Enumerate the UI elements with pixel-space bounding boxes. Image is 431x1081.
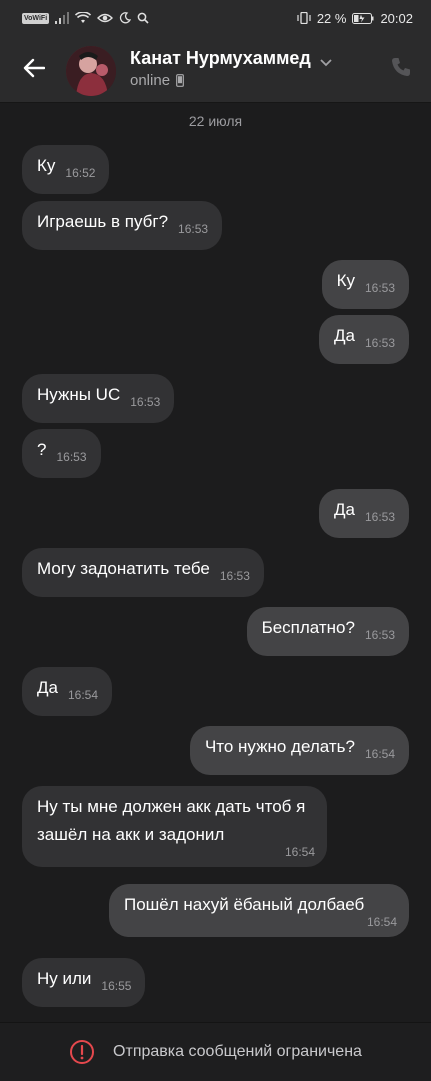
battery-percent: 22 % (316, 10, 347, 26)
arrow-left-icon (23, 58, 45, 78)
message-text: Ну ты мне должен акк дать чтоб я зашёл н… (37, 797, 306, 844)
message-text: Да (37, 678, 58, 697)
message-text: Да (334, 326, 355, 345)
message-text: ? (37, 440, 47, 459)
status-left: VoWiFi (22, 12, 149, 24)
signal-icon (55, 12, 70, 24)
message-bubble-incoming[interactable]: Нужны UC 16:53 (22, 374, 175, 423)
message-time: 16:53 (364, 281, 395, 295)
message-bubble-incoming[interactable]: ? 16:53 (22, 429, 101, 478)
message-time: 16:53 (364, 510, 395, 524)
call-button[interactable] (390, 56, 412, 83)
message-time: 16:53 (130, 395, 161, 409)
message-bubble-incoming[interactable]: Могу задонатить тебе 16:53 (22, 548, 264, 597)
mobile-icon (176, 74, 184, 87)
vibrate-icon (297, 12, 311, 24)
contact-name[interactable]: Канат Нурмухаммед (130, 48, 311, 69)
message-text: Могу задонатить тебе (37, 559, 210, 578)
vowifi-badge: VoWiFi (22, 12, 50, 24)
message-time: 16:54 (366, 915, 397, 929)
message-time: 16:54 (364, 747, 395, 761)
message-time: 16:54 (284, 845, 315, 859)
message-time: 16:53 (364, 628, 395, 642)
message-bubble-outgoing[interactable]: Бесплатно? 16:53 (246, 607, 409, 656)
status-bar: VoWiFi 22 % 20:02 (0, 0, 431, 36)
message-bubble-outgoing[interactable]: Да 16:53 (319, 489, 409, 538)
message-time: 16:53 (364, 336, 395, 350)
message-bubble-incoming[interactable]: Ну ты мне должен акк дать чтоб я зашёл н… (22, 786, 327, 867)
chat-header: Канат Нурмухаммед online (0, 36, 431, 103)
moon-icon (120, 12, 132, 24)
alert-icon (70, 1040, 95, 1064)
clock: 20:02 (380, 10, 413, 26)
chevron-down-icon[interactable] (320, 54, 332, 72)
message-time: 16:53 (219, 569, 250, 583)
message-text: Нужны UC (37, 385, 121, 404)
message-text: Ку (37, 156, 56, 175)
restriction-text: Отправка сообщений ограничена (113, 1043, 362, 1060)
message-text: Да (334, 500, 355, 519)
avatar[interactable] (66, 46, 116, 96)
search-icon (137, 12, 149, 24)
message-bubble-outgoing[interactable]: Что нужно делать? 16:54 (189, 726, 409, 775)
message-time: 16:53 (178, 222, 209, 236)
message-text: Что нужно делать? (204, 737, 355, 756)
back-button[interactable] (20, 54, 48, 82)
message-time: 16:52 (65, 166, 96, 180)
eye-icon (97, 13, 114, 23)
message-text: Ку (336, 271, 355, 290)
avatar-image (66, 46, 116, 96)
status-right: 22 % 20:02 (297, 11, 413, 26)
message-time: 16:53 (56, 450, 87, 464)
date-separator: 22 июля (188, 113, 243, 129)
message-bubble-outgoing[interactable]: Ку 16:53 (321, 260, 409, 309)
message-text: Бесплатно? (261, 618, 355, 637)
message-text: Пошёл нахуй ёбаный долбаеб (124, 895, 365, 914)
message-bubble-incoming[interactable]: Ку 16:52 (22, 145, 110, 194)
restriction-banner: Отправка сообщений ограничена (0, 1022, 431, 1081)
phone-icon (392, 58, 410, 76)
message-text: Ну или (37, 969, 92, 988)
wifi-icon (75, 12, 92, 23)
message-bubble-outgoing[interactable]: Да 16:53 (319, 315, 409, 364)
presence-status: online (130, 72, 184, 89)
message-text: Играешь в пубг? (37, 212, 169, 231)
message-bubble-incoming[interactable]: Да 16:54 (22, 667, 112, 716)
presence-label: online (130, 72, 171, 89)
battery-icon (352, 12, 374, 24)
message-bubble-incoming[interactable]: Играешь в пубг? 16:53 (22, 201, 223, 250)
message-time: 16:55 (101, 979, 132, 993)
message-time: 16:54 (67, 688, 98, 702)
message-bubble-outgoing[interactable]: Пошёл нахуй ёбаный долбаеб 16:54 (109, 884, 409, 937)
message-bubble-incoming[interactable]: Ну или 16:55 (22, 958, 146, 1007)
